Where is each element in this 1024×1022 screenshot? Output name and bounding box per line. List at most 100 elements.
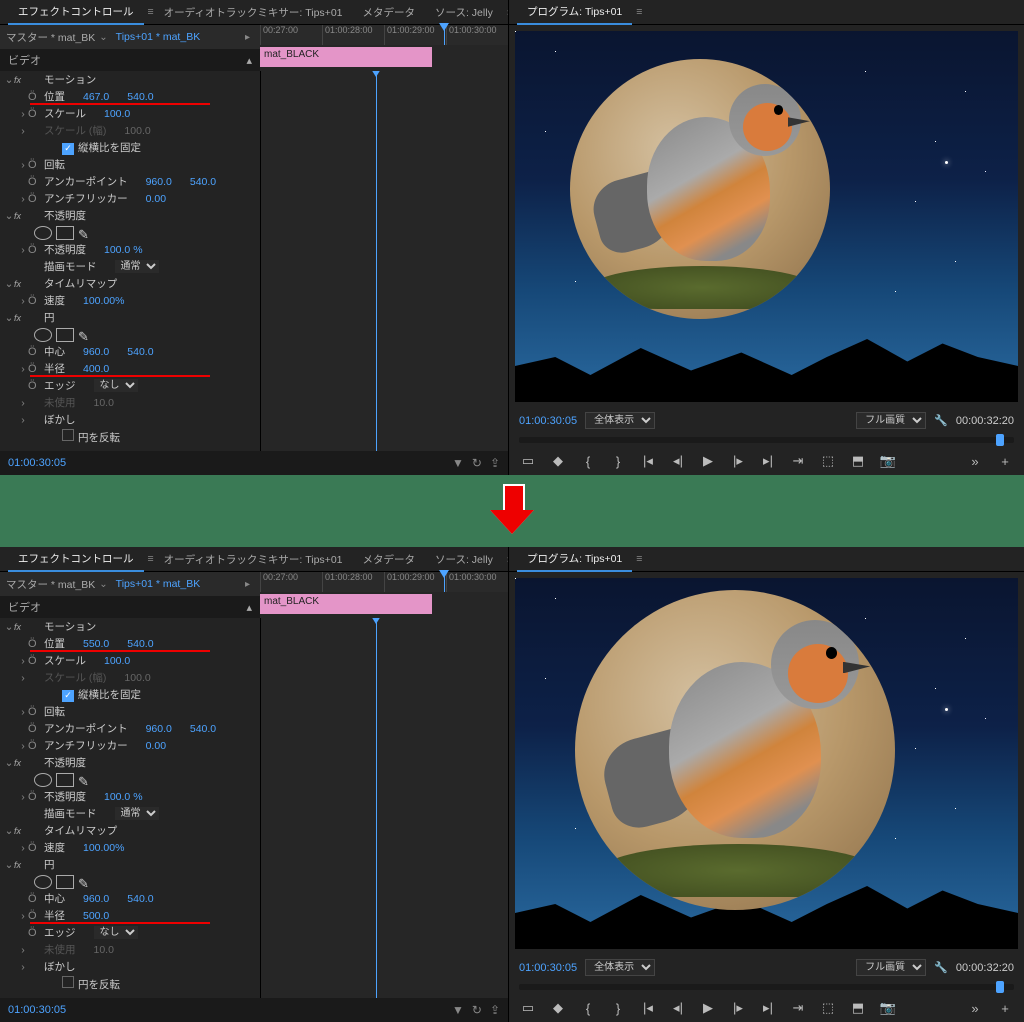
extract-icon[interactable]: ⬚ bbox=[819, 453, 837, 469]
out-icon[interactable]: } bbox=[609, 454, 627, 469]
mark-in-icon[interactable]: ▭ bbox=[519, 453, 537, 469]
wrench-icon[interactable]: 🔧 bbox=[934, 414, 948, 427]
tab-source[interactable]: ソース: Jelly bbox=[425, 548, 503, 571]
expand-icon[interactable]: ⌄ bbox=[4, 312, 14, 324]
scrubber-thumb[interactable] bbox=[996, 434, 1004, 446]
insert-icon[interactable]: ⬒ bbox=[849, 453, 867, 469]
camera-icon[interactable]: 📷 bbox=[879, 453, 897, 469]
stopwatch-icon[interactable]: Ö bbox=[28, 842, 42, 854]
expand-icon[interactable]: › bbox=[18, 944, 28, 956]
stopwatch-icon[interactable]: Ö bbox=[28, 380, 42, 392]
stopwatch-icon[interactable]: Ö bbox=[28, 655, 42, 667]
expand-icon[interactable]: › bbox=[18, 397, 28, 409]
prop-dropdown[interactable]: 通常 bbox=[115, 807, 159, 820]
prop-dropdown[interactable]: 通常 bbox=[115, 260, 159, 273]
pen-mask-icon[interactable]: ✎ bbox=[78, 227, 94, 239]
effect-opacity[interactable]: ⌄fx不透明度 bbox=[0, 754, 260, 771]
collapse-icon[interactable]: ▴ bbox=[246, 54, 252, 67]
prop-value[interactable]: 540.0 bbox=[190, 723, 216, 735]
more-icon[interactable]: » bbox=[966, 454, 984, 469]
pen-mask-icon[interactable]: ✎ bbox=[78, 876, 94, 888]
prop-value[interactable]: 100.00% bbox=[83, 842, 124, 854]
ellipse-mask-icon[interactable] bbox=[34, 328, 52, 342]
current-timecode[interactable]: 01:00:30:05 bbox=[8, 457, 66, 469]
lift-icon[interactable]: ⇥ bbox=[789, 1000, 807, 1016]
prop-value[interactable]: 540.0 bbox=[190, 176, 216, 188]
rect-mask-icon[interactable] bbox=[56, 875, 74, 889]
stopwatch-icon[interactable]: Ö bbox=[28, 740, 42, 752]
sequence-link[interactable]: Tips+01 * mat_BK bbox=[116, 578, 201, 590]
clip-bar[interactable]: mat_BLACK bbox=[260, 594, 432, 614]
expand-icon[interactable]: › bbox=[18, 655, 28, 667]
keyframe-area[interactable] bbox=[260, 618, 508, 998]
expand-icon[interactable]: ⌄ bbox=[4, 825, 14, 837]
extract-icon[interactable]: ⬚ bbox=[819, 1000, 837, 1016]
rect-mask-icon[interactable] bbox=[56, 226, 74, 240]
expand-icon[interactable]: › bbox=[18, 842, 28, 854]
go-in-icon[interactable]: |◂ bbox=[639, 1000, 657, 1016]
play-icon[interactable]: ▶ bbox=[699, 453, 717, 469]
playhead[interactable] bbox=[444, 25, 445, 45]
wrench-icon[interactable]: 🔧 bbox=[934, 961, 948, 974]
play-icon[interactable]: ▸ bbox=[245, 32, 250, 43]
panel-menu-icon[interactable]: ≡ bbox=[636, 6, 642, 18]
prop-dropdown[interactable]: なし bbox=[94, 926, 138, 939]
prop-value[interactable]: 0.00 bbox=[146, 193, 166, 205]
stopwatch-icon[interactable]: Ö bbox=[28, 295, 42, 307]
filter-icon[interactable]: ▼ bbox=[452, 456, 464, 470]
expand-icon[interactable]: ⌄ bbox=[4, 210, 14, 222]
prop-value[interactable]: 540.0 bbox=[127, 893, 153, 905]
chevron-down-icon[interactable]: ⌄ bbox=[99, 32, 107, 43]
stopwatch-icon[interactable]: Ö bbox=[28, 363, 42, 375]
current-timecode[interactable]: 01:00:30:05 bbox=[8, 1004, 66, 1016]
clip-bar[interactable]: mat_BLACK bbox=[260, 47, 432, 67]
prop-value[interactable]: 10.0 bbox=[94, 397, 114, 409]
prop-value[interactable]: 550.0 bbox=[83, 638, 109, 650]
expand-icon[interactable]: › bbox=[18, 363, 28, 375]
program-scrubber[interactable] bbox=[519, 437, 1014, 443]
play-icon[interactable]: ▶ bbox=[699, 1000, 717, 1016]
expand-icon[interactable]: › bbox=[18, 961, 28, 973]
expand-icon[interactable]: › bbox=[18, 295, 28, 307]
prop-value[interactable]: 100.0 % bbox=[104, 791, 143, 803]
fx-icon[interactable]: fx bbox=[14, 622, 28, 632]
in-icon[interactable]: { bbox=[579, 454, 597, 469]
go-out-icon[interactable]: ▸| bbox=[759, 453, 777, 469]
keyframe-area[interactable] bbox=[260, 71, 508, 451]
lift-icon[interactable]: ⇥ bbox=[789, 453, 807, 469]
in-icon[interactable]: { bbox=[579, 1001, 597, 1016]
marker-icon[interactable]: ◆ bbox=[549, 453, 567, 469]
step-back-icon[interactable]: ◂| bbox=[669, 1000, 687, 1016]
stopwatch-icon[interactable]: Ö bbox=[28, 706, 42, 718]
expand-icon[interactable]: › bbox=[18, 193, 28, 205]
out-icon[interactable]: } bbox=[609, 1001, 627, 1016]
prop-value[interactable]: 960.0 bbox=[146, 176, 172, 188]
insert-icon[interactable]: ⬒ bbox=[849, 1000, 867, 1016]
program-timecode[interactable]: 01:00:30:05 bbox=[519, 415, 577, 427]
effect-opacity[interactable]: ⌄fx不透明度 bbox=[0, 207, 260, 224]
collapse-icon[interactable]: ▴ bbox=[246, 601, 252, 614]
expand-icon[interactable]: ⌄ bbox=[4, 859, 14, 871]
expand-icon[interactable]: › bbox=[18, 672, 28, 684]
prop-value[interactable]: 100.0 bbox=[104, 655, 130, 667]
prop-value[interactable]: 400.0 bbox=[83, 363, 109, 375]
stopwatch-icon[interactable]: Ö bbox=[28, 176, 42, 188]
prop-value[interactable]: 100.0 % bbox=[104, 244, 143, 256]
step-back-icon[interactable]: ◂| bbox=[669, 453, 687, 469]
loop-icon[interactable]: ↻ bbox=[472, 1003, 482, 1017]
more-icon[interactable]: » bbox=[966, 1001, 984, 1016]
program-scrubber[interactable] bbox=[519, 984, 1014, 990]
stopwatch-icon[interactable]: Ö bbox=[28, 893, 42, 905]
quality-select[interactable]: フル画質 bbox=[856, 412, 926, 429]
expand-icon[interactable]: › bbox=[18, 108, 28, 120]
tab-audio-mixer[interactable]: オーディオトラックミキサー: Tips+01 bbox=[154, 548, 353, 571]
prop-value[interactable]: 540.0 bbox=[127, 346, 153, 358]
add-icon[interactable]: + bbox=[996, 454, 1014, 469]
go-in-icon[interactable]: |◂ bbox=[639, 453, 657, 469]
prop-value[interactable]: 960.0 bbox=[146, 723, 172, 735]
tab-program[interactable]: プログラム: Tips+01 bbox=[517, 0, 632, 25]
ellipse-mask-icon[interactable] bbox=[34, 875, 52, 889]
tab-metadata[interactable]: メタデータ bbox=[353, 548, 426, 571]
program-preview[interactable] bbox=[515, 31, 1018, 402]
prop-value[interactable]: 100.00% bbox=[83, 295, 124, 307]
